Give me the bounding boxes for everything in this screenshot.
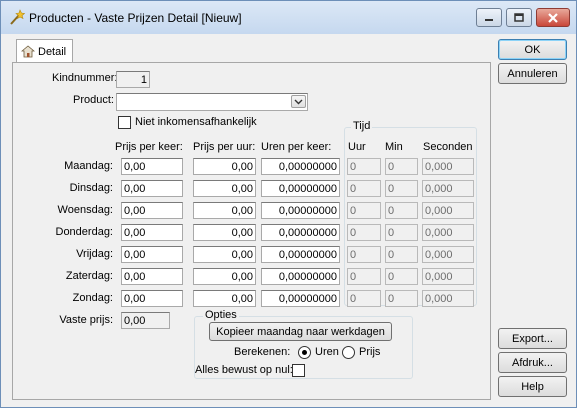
prijs-per-keer-field[interactable]: 0,00: [121, 158, 183, 175]
seconden-field: 0,000: [422, 202, 474, 219]
day-label: Dinsdag:: [69, 182, 113, 194]
min-field: 0: [385, 246, 418, 263]
prijs-per-keer-field[interactable]: 0,00: [121, 290, 183, 307]
prijs-per-uur-field[interactable]: 0,00: [193, 246, 256, 263]
tab-detail-label: Detail: [38, 45, 67, 58]
uren-radio[interactable]: [298, 346, 311, 359]
uren-per-keer-field[interactable]: 0,00000000: [261, 246, 340, 263]
vaste-prijs-field: 0,00: [121, 312, 170, 329]
day-label: Maandag:: [64, 160, 113, 172]
col-seconden: Seconden: [423, 141, 473, 153]
kopieer-maandag-button[interactable]: Kopieer maandag naar werkdagen: [209, 322, 392, 341]
prijs-per-keer-field[interactable]: 0,00: [121, 268, 183, 285]
seconden-field: 0,000: [422, 180, 474, 197]
dialog-window: Producten - Vaste Prijzen Detail [Nieuw]…: [0, 0, 577, 408]
prijs-per-keer-field[interactable]: 0,00: [121, 180, 183, 197]
uren-per-keer-field[interactable]: 0,00000000: [261, 290, 340, 307]
prijs-radio-label: Prijs: [359, 346, 381, 358]
col-prijs-per-keer: Prijs per keer:: [115, 141, 183, 153]
uren-per-keer-field[interactable]: 0,00000000: [261, 158, 340, 175]
day-label: Woensdag:: [57, 204, 113, 216]
product-combobox[interactable]: [116, 93, 308, 111]
maximize-icon: [514, 13, 524, 22]
close-button[interactable]: [536, 8, 570, 27]
berekenen-label: Berekenen:: [234, 346, 291, 358]
export-button[interactable]: Export...: [498, 328, 567, 349]
col-uur: Uur: [348, 141, 366, 153]
uren-per-keer-field[interactable]: 0,00000000: [261, 202, 340, 219]
kindnummer-label: Kindnummer:: [52, 72, 118, 84]
tijd-group-title: Tijd: [351, 120, 373, 132]
house-icon: [21, 44, 35, 57]
window-title: Producten - Vaste Prijzen Detail [Nieuw]: [29, 11, 242, 25]
prijs-per-uur-field[interactable]: 0,00: [193, 290, 256, 307]
title-bar[interactable]: Producten - Vaste Prijzen Detail [Nieuw]: [1, 1, 576, 34]
prijs-per-uur-field[interactable]: 0,00: [193, 180, 256, 197]
prijs-radio[interactable]: [342, 346, 355, 359]
min-field: 0: [385, 268, 418, 285]
uren-per-keer-field[interactable]: 0,00000000: [261, 268, 340, 285]
dialog-client: Detail Kindnummer: 1 Product: Niet inkom…: [5, 34, 572, 405]
detail-panel: Kindnummer: 1 Product: Niet inkomensafha…: [12, 62, 491, 400]
prijs-per-keer-field[interactable]: 0,00: [121, 246, 183, 263]
min-field: 0: [385, 158, 418, 175]
min-field: 0: [385, 180, 418, 197]
alles-bewust-label: Alles bewust op nul:: [195, 364, 293, 376]
min-field: 0: [385, 290, 418, 307]
prijs-per-uur-field[interactable]: 0,00: [193, 224, 256, 241]
day-label: Donderdag:: [55, 226, 114, 238]
uren-radio-label: Uren: [315, 346, 339, 358]
seconden-field: 0,000: [422, 268, 474, 285]
vaste-prijs-label: Vaste prijs:: [59, 314, 113, 326]
day-label: Vrijdag:: [76, 248, 113, 260]
uur-field: 0: [347, 246, 381, 263]
uur-field: 0: [347, 180, 381, 197]
product-dropdown-button[interactable]: [291, 95, 306, 108]
niet-inkomensafhankelijk-label: Niet inkomensafhankelijk: [135, 116, 257, 128]
product-label: Product:: [73, 94, 114, 106]
chevron-down-icon: [294, 99, 303, 104]
prijs-per-uur-field[interactable]: 0,00: [193, 268, 256, 285]
alles-bewust-checkbox[interactable]: [292, 364, 305, 377]
kindnummer-field: 1: [116, 71, 150, 88]
day-label: Zaterdag:: [65, 270, 113, 282]
minimize-icon: [485, 18, 493, 21]
seconden-field: 0,000: [422, 246, 474, 263]
prijs-per-uur-field[interactable]: 0,00: [193, 202, 256, 219]
seconden-field: 0,000: [422, 290, 474, 307]
prijs-per-uur-field[interactable]: 0,00: [193, 158, 256, 175]
tab-detail[interactable]: Detail: [16, 39, 73, 63]
col-prijs-per-uur: Prijs per uur:: [193, 141, 256, 153]
prijs-per-keer-field[interactable]: 0,00: [121, 224, 183, 241]
min-field: 0: [385, 202, 418, 219]
minimize-button[interactable]: [476, 8, 502, 27]
uren-per-keer-field[interactable]: 0,00000000: [261, 224, 340, 241]
afdruk-button[interactable]: Afdruk...: [498, 352, 567, 373]
radio-selected-dot: [302, 350, 307, 355]
min-field: 0: [385, 224, 418, 241]
close-icon: [548, 12, 558, 23]
uur-field: 0: [347, 224, 381, 241]
uren-per-keer-field[interactable]: 0,00000000: [261, 180, 340, 197]
uur-field: 0: [347, 268, 381, 285]
ok-button[interactable]: OK: [498, 39, 567, 60]
uur-field: 0: [347, 290, 381, 307]
col-min: Min: [385, 141, 403, 153]
prijs-per-keer-field[interactable]: 0,00: [121, 202, 183, 219]
niet-inkomensafhankelijk-checkbox[interactable]: [118, 116, 131, 129]
maximize-button[interactable]: [506, 8, 532, 27]
col-uren-per-keer: Uren per keer:: [261, 141, 332, 153]
seconden-field: 0,000: [422, 224, 474, 241]
wand-icon: [10, 9, 25, 25]
seconden-field: 0,000: [422, 158, 474, 175]
uur-field: 0: [347, 202, 381, 219]
help-button[interactable]: Help: [498, 376, 567, 397]
annuleren-button[interactable]: Annuleren: [498, 63, 567, 84]
uur-field: 0: [347, 158, 381, 175]
day-label: Zondag:: [72, 292, 113, 304]
opties-group-title: Opties: [203, 309, 239, 321]
